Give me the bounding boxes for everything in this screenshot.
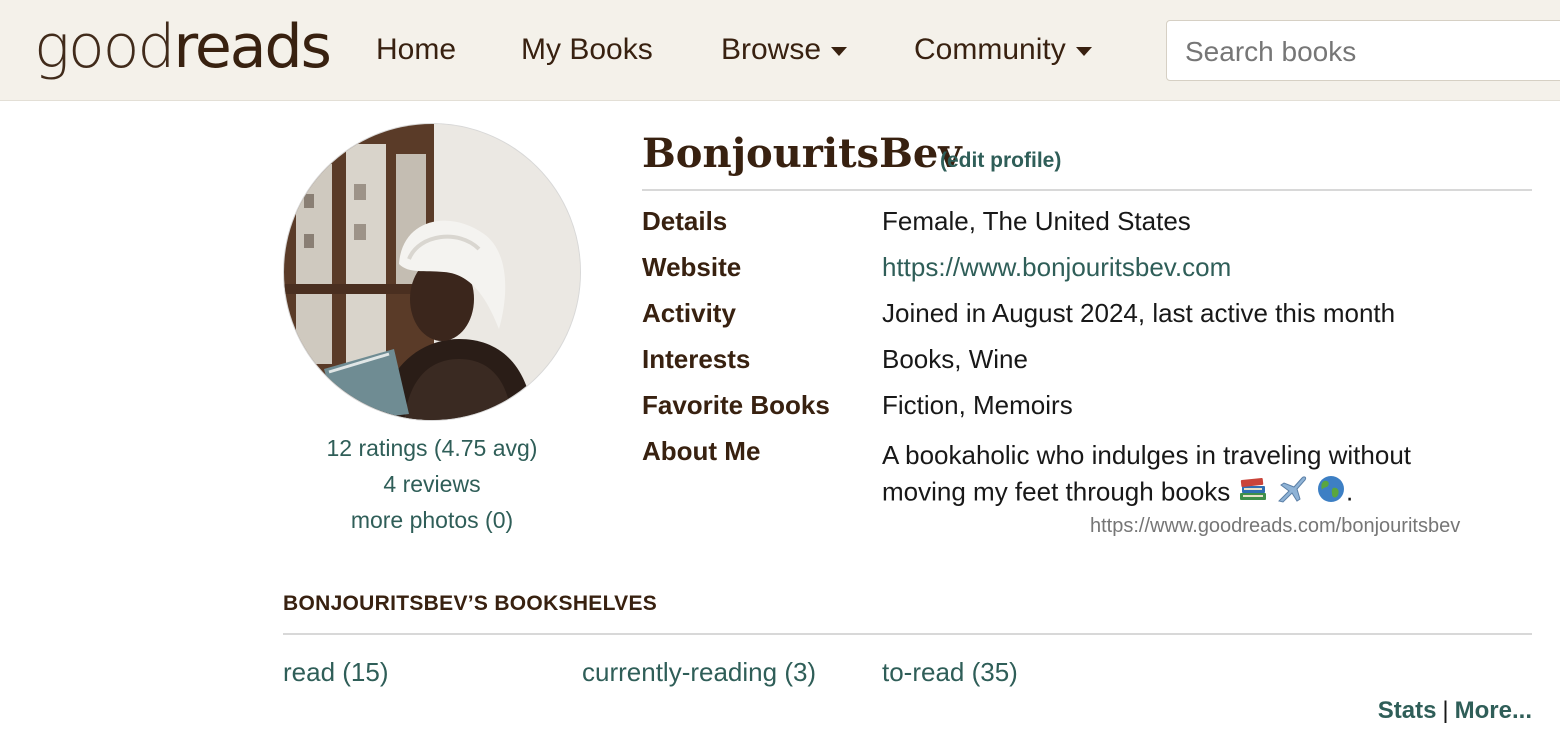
shelf-links-row: Stats | More... xyxy=(1378,697,1532,725)
about-me-end: . xyxy=(1346,476,1354,507)
logo-good-text: good xyxy=(34,12,176,82)
books-emoji-icon xyxy=(1238,475,1268,512)
profile-photo[interactable] xyxy=(283,123,581,421)
logo-reads-text: reads xyxy=(173,12,332,82)
bookshelves-heading: BONJOURITSBEV’S BOOKSHELVES xyxy=(283,592,658,615)
favorite-books-label: Favorite Books xyxy=(642,390,830,420)
nav-browse-label: Browse xyxy=(721,33,822,66)
search-input[interactable] xyxy=(1183,31,1560,73)
favorite-books-value: Fiction, Memoirs xyxy=(882,390,1073,420)
nav-home[interactable]: Home xyxy=(376,30,456,70)
nav-community[interactable]: Community xyxy=(914,30,1092,70)
globe-emoji-icon xyxy=(1316,474,1346,513)
shelf-read[interactable]: read (15) xyxy=(283,657,389,688)
edit-profile-link[interactable]: (edit profile) xyxy=(940,149,1061,173)
chevron-down-icon xyxy=(1075,46,1092,56)
reviews-link[interactable]: 4 reviews xyxy=(283,471,581,498)
stats-link[interactable]: Stats xyxy=(1378,697,1437,724)
more-link[interactable]: More... xyxy=(1455,697,1532,724)
shelf-currently-reading[interactable]: currently-reading (3) xyxy=(582,657,816,688)
website-link[interactable]: https://www.bonjouritsbev.com xyxy=(882,252,1231,283)
divider xyxy=(283,633,1532,635)
about-me-label: About Me xyxy=(642,436,761,466)
site-header: goodreads Home My Books Browse Community xyxy=(0,0,1560,101)
profile-username: BonjouritsBev xyxy=(642,130,962,177)
activity-value: Joined in August 2024, last active this … xyxy=(882,298,1396,328)
details-value: Female, The United States xyxy=(882,206,1191,236)
profile-photo-illustration xyxy=(284,124,580,420)
details-label: Details xyxy=(642,206,728,236)
website-label: Website xyxy=(642,252,742,282)
interests-label: Interests xyxy=(642,344,751,374)
goodreads-logo[interactable]: goodreads xyxy=(34,12,332,82)
interests-value: Books, Wine xyxy=(882,344,1028,374)
search-box xyxy=(1166,20,1560,81)
airplane-emoji-icon xyxy=(1275,473,1309,514)
separator: | xyxy=(1442,697,1449,724)
nav-community-label: Community xyxy=(914,33,1066,66)
profile-url: https://www.goodreads.com/bonjouritsbev xyxy=(1090,515,1461,537)
more-photos-link[interactable]: more photos (0) xyxy=(283,507,581,534)
chevron-down-icon xyxy=(831,46,848,56)
shelf-to-read[interactable]: to-read (35) xyxy=(882,657,1018,688)
ratings-link[interactable]: 12 ratings (4.75 avg) xyxy=(283,435,581,462)
nav-my-books[interactable]: My Books xyxy=(521,30,653,70)
divider xyxy=(642,189,1532,191)
activity-label: Activity xyxy=(642,298,736,328)
nav-browse[interactable]: Browse xyxy=(721,30,848,70)
about-me-value: A bookaholic who indulges in traveling w… xyxy=(882,437,1502,514)
